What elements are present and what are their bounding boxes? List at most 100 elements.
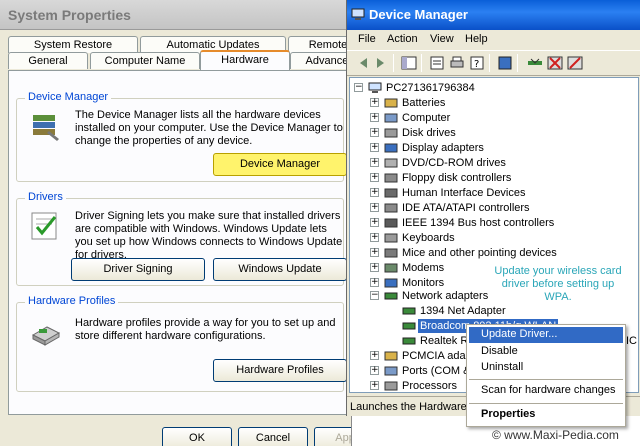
- context-menu: Update Driver... Disable Uninstall Scan …: [466, 324, 626, 427]
- expand-icon[interactable]: +: [370, 188, 379, 197]
- properties-icon[interactable]: [429, 55, 445, 71]
- tab-general[interactable]: General: [8, 52, 88, 69]
- device-category-icon: [384, 278, 398, 288]
- device-manager-group: Device Manager The Device Manager lists …: [16, 91, 347, 182]
- truncated-label-fragment: IC: [626, 335, 637, 347]
- tree-item-label: DVD/CD-ROM drives: [402, 157, 506, 169]
- expand-icon[interactable]: +: [370, 158, 379, 167]
- menu-separator: [469, 403, 623, 404]
- device-manager-button[interactable]: Device Manager: [213, 153, 347, 176]
- expand-icon[interactable]: +: [370, 278, 379, 287]
- toolbar-separator: [421, 54, 422, 72]
- scan-hardware-icon[interactable]: [497, 55, 513, 71]
- menu-item-uninstall[interactable]: Uninstall: [469, 360, 623, 376]
- expand-icon[interactable]: +: [370, 233, 379, 242]
- computer-icon: [368, 82, 382, 93]
- windows-update-button[interactable]: Windows Update: [213, 258, 347, 281]
- status-text: Launches the Hardware U: [350, 401, 478, 413]
- expand-icon[interactable]: +: [370, 351, 379, 360]
- expand-icon[interactable]: +: [370, 98, 379, 107]
- tree-item-label: Keyboards: [402, 232, 455, 244]
- update-driver-icon[interactable]: [527, 55, 543, 71]
- collapse-icon[interactable]: −: [370, 291, 379, 300]
- menu-action[interactable]: Action: [387, 33, 418, 45]
- drivers-legend: Drivers: [25, 191, 66, 203]
- watermark: © www.Maxi-Pedia.com: [492, 428, 619, 442]
- window-title: System Properties: [8, 7, 131, 23]
- ok-button[interactable]: OK: [162, 427, 232, 446]
- network-adapter-icon: [402, 337, 416, 345]
- network-adapter-icon: [402, 307, 416, 315]
- device-category-icon: [384, 113, 398, 123]
- menu-file[interactable]: File: [358, 33, 376, 45]
- hardware-profiles-description: Hardware profiles provide a way for you …: [75, 317, 336, 342]
- tree-item-label: Realtek R: [420, 335, 469, 347]
- expand-icon[interactable]: +: [370, 128, 379, 137]
- tree-item-label: Mice and other pointing devices: [402, 247, 557, 259]
- tree-item-label: Computer: [402, 112, 451, 124]
- toolbar: ?: [347, 50, 640, 76]
- tree-item-label: Processors: [402, 380, 458, 392]
- expand-icon[interactable]: +: [370, 248, 379, 257]
- drivers-group: Drivers Driver Signing lets you make sur…: [16, 191, 347, 286]
- menu-item-scan-hardware[interactable]: Scan for hardware changes: [469, 383, 623, 399]
- expand-icon[interactable]: +: [370, 113, 379, 122]
- expand-icon[interactable]: +: [370, 218, 379, 227]
- expand-icon[interactable]: +: [370, 203, 379, 212]
- menu-item-properties[interactable]: Properties: [469, 407, 623, 423]
- expand-icon[interactable]: +: [370, 173, 379, 182]
- tab-system-restore[interactable]: System Restore: [8, 36, 138, 53]
- tree-item-label: Monitors: [402, 277, 445, 289]
- device-category-icon: [384, 143, 398, 153]
- svg-text:?: ?: [474, 59, 479, 70]
- device-category-icon: [384, 381, 398, 391]
- tab-remote[interactable]: Remote: [288, 36, 351, 53]
- hardware-profiles-icon: [31, 326, 61, 346]
- tab-hardware[interactable]: Hardware: [200, 50, 290, 70]
- expand-icon[interactable]: +: [370, 366, 379, 375]
- tree-item-label: Batteries: [402, 97, 446, 109]
- device-category-icon: [384, 128, 398, 138]
- menu-bar: File Action View Help: [347, 30, 640, 50]
- tree-item-label: PCMCIA adap: [402, 350, 472, 362]
- tab-computer-name[interactable]: Computer Name: [90, 52, 200, 69]
- back-icon[interactable]: [355, 55, 371, 71]
- device-category-icon: [384, 158, 398, 168]
- device-manager-title: Device Manager: [369, 7, 468, 22]
- menu-help[interactable]: Help: [465, 33, 488, 45]
- expand-icon[interactable]: +: [370, 381, 379, 390]
- disable-icon[interactable]: [567, 55, 583, 71]
- expand-icon[interactable]: +: [370, 143, 379, 152]
- driver-signing-button[interactable]: Driver Signing: [71, 258, 205, 281]
- system-properties-titlebar[interactable]: System Properties: [0, 0, 351, 30]
- print-icon[interactable]: [449, 55, 465, 71]
- device-category-icon: [384, 173, 398, 183]
- help-icon[interactable]: ?: [469, 55, 485, 71]
- forward-icon[interactable]: [373, 55, 389, 71]
- tree-item-label: Floppy disk controllers: [402, 172, 512, 184]
- tab-advanced[interactable]: Advanced: [290, 52, 351, 69]
- device-manager-legend: Device Manager: [25, 91, 112, 103]
- device-category-icon: [384, 218, 398, 228]
- network-adapter-icon: [384, 292, 398, 300]
- device-category-icon: [384, 188, 398, 198]
- device-category-icon: [384, 203, 398, 213]
- toolbar-separator: [489, 54, 490, 72]
- apply-button[interactable]: Apply: [314, 427, 351, 446]
- menu-view[interactable]: View: [430, 33, 454, 45]
- hardware-profiles-button[interactable]: Hardware Profiles: [213, 359, 347, 382]
- menu-item-update-driver[interactable]: Update Driver...: [469, 327, 623, 343]
- tree-item-label: IEEE 1394 Bus host controllers: [402, 217, 555, 229]
- device-manager-titlebar[interactable]: Device Manager: [347, 0, 640, 30]
- show-hide-tree-icon[interactable]: [401, 55, 417, 71]
- expand-icon[interactable]: +: [370, 263, 379, 272]
- collapse-icon[interactable]: −: [354, 83, 363, 92]
- tree-item-label: Network adapters: [402, 290, 489, 302]
- device-manager-icon: [33, 115, 59, 141]
- menu-item-disable[interactable]: Disable: [469, 344, 623, 360]
- tree-item-label: Display adapters: [402, 142, 484, 154]
- device-manager-description: The Device Manager lists all the hardwar…: [75, 109, 343, 147]
- cancel-button[interactable]: Cancel: [238, 427, 308, 446]
- uninstall-icon[interactable]: [547, 55, 563, 71]
- toolbar-separator: [393, 54, 394, 72]
